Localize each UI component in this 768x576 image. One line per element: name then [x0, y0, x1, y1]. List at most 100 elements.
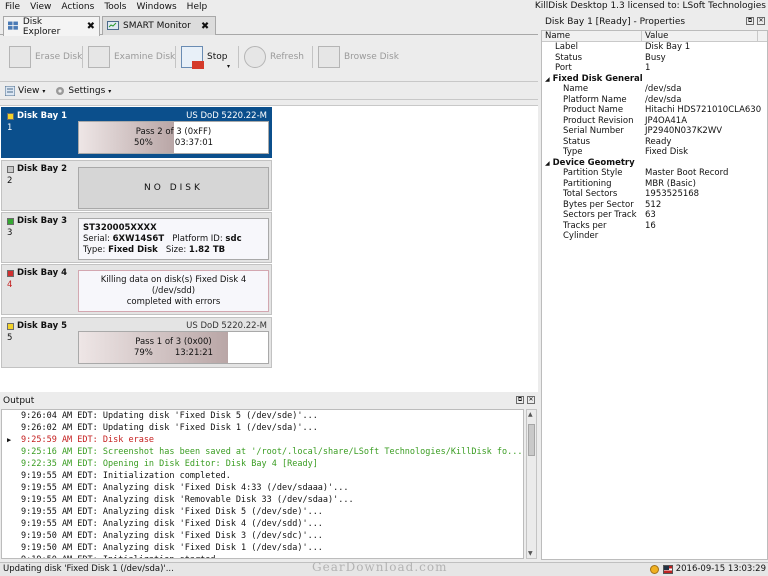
- property-row[interactable]: Partitioning MBR (Basic): [542, 179, 767, 190]
- menu-file[interactable]: File: [0, 2, 25, 12]
- collapse-icon[interactable]: ◢: [545, 76, 550, 83]
- disk-bay-number: 1: [7, 123, 13, 133]
- disk-bay-4[interactable]: Disk Bay 4 4 Killing data on disk(s) Fix…: [1, 264, 272, 315]
- log-line[interactable]: 9:19:50 AM EDT: Initialization started.: [2, 554, 523, 558]
- output-log[interactable]: 9:26:04 AM EDT: Updating disk 'Fixed Dis…: [1, 409, 524, 559]
- flag-icon[interactable]: [663, 565, 673, 574]
- menu-windows[interactable]: Windows: [131, 2, 181, 12]
- stop-label: Stop: [207, 52, 228, 62]
- progress-row: 50% 03:37:01: [134, 138, 213, 149]
- property-group-header[interactable]: ◢ Fixed Disk General: [542, 74, 767, 85]
- menu-actions[interactable]: Actions: [56, 2, 99, 12]
- tab-smart-monitor[interactable]: SMART Monitor ✖: [102, 16, 216, 35]
- refresh-button[interactable]: Refresh: [244, 41, 304, 73]
- property-name: Status: [555, 52, 583, 63]
- watermark: GearDownload.com: [312, 560, 448, 574]
- disk-bay-2[interactable]: Disk Bay 2 2 NO DISK: [1, 160, 272, 211]
- error-line-1: Killing data on disk(s) Fixed Disk 4 (/d…: [100, 274, 247, 296]
- property-value: Hitachi HDS721010CLA630: [645, 105, 762, 115]
- toolbar-separator: [82, 46, 83, 68]
- status-led-icon: [7, 112, 14, 120]
- property-row[interactable]: Status Ready: [542, 137, 767, 148]
- settings-menu-button[interactable]: Settings ▾: [55, 86, 111, 96]
- property-row[interactable]: Product Name Hitachi HDS721010CLA630: [542, 105, 767, 116]
- menu-view[interactable]: View: [25, 2, 56, 12]
- property-value: Master Boot Record: [645, 168, 729, 178]
- log-line[interactable]: 9:26:02 AM EDT: Updating disk 'Fixed Dis…: [2, 422, 523, 434]
- disk-bay-1[interactable]: Disk Bay 1 1 US DoD 5220.22-M Pass 2 of …: [1, 107, 272, 158]
- menu-help[interactable]: Help: [182, 2, 213, 12]
- log-line[interactable]: 9:26:04 AM EDT: Updating disk 'Fixed Dis…: [2, 410, 523, 422]
- property-row[interactable]: Tracks per Cylinder 16: [542, 221, 767, 242]
- examine-disk-button[interactable]: Examine Disk: [88, 41, 175, 73]
- menu-tools[interactable]: Tools: [99, 2, 131, 12]
- expand-arrow-icon[interactable]: ▶: [7, 434, 11, 446]
- output-scrollbar[interactable]: ▲ ▼: [526, 409, 537, 559]
- close-icon[interactable]: ✖: [201, 21, 209, 32]
- notification-icon[interactable]: [650, 565, 659, 574]
- properties-columns: Name Value: [542, 31, 767, 42]
- view-menu-button[interactable]: View ▾: [5, 86, 45, 96]
- progress-row: 79% 13:21:21: [134, 348, 213, 359]
- property-value: MBR (Basic): [645, 178, 696, 189]
- scroll-down-icon[interactable]: ▼: [528, 550, 533, 557]
- view-label: View: [18, 86, 40, 96]
- log-line[interactable]: 9:19:50 AM EDT: Analyzing disk 'Fixed Di…: [2, 530, 523, 542]
- progress-card: Pass 2 of 3 (0xFF) 50% 03:37:01: [78, 121, 269, 154]
- progress-percent: 79%: [133, 347, 153, 358]
- property-group-header[interactable]: ◢ Device Geometry: [542, 158, 767, 169]
- property-row[interactable]: Status Busy: [542, 53, 767, 64]
- close-icon[interactable]: ✕: [757, 17, 765, 25]
- tab-disk-explorer[interactable]: Disk Explorer ✖: [3, 16, 100, 37]
- disk-bay-3[interactable]: Disk Bay 3 3 ST320005XXXX Serial: 6XW14S…: [1, 212, 272, 263]
- erase-disk-button[interactable]: Erase Disk: [9, 41, 82, 73]
- log-line[interactable]: ▶ 9:25:59 AM EDT: Disk erase: [2, 434, 523, 446]
- log-line[interactable]: 9:19:55 AM EDT: Analyzing disk 'Fixed Di…: [2, 518, 523, 530]
- disk-bay-5[interactable]: Disk Bay 5 5 US DoD 5220.22-M Pass 1 of …: [1, 317, 272, 368]
- float-icon[interactable]: ⧉: [746, 17, 754, 25]
- log-line[interactable]: 9:19:50 AM EDT: Analyzing disk 'Fixed Di…: [2, 542, 523, 554]
- property-row[interactable]: Type Fixed Disk: [542, 147, 767, 158]
- disk-bay-name: Disk Bay 1: [17, 111, 68, 121]
- collapse-icon[interactable]: ◢: [545, 160, 550, 167]
- scroll-up-icon[interactable]: ▲: [528, 411, 533, 418]
- log-line[interactable]: 9:25:16 AM EDT: Screenshot has been save…: [2, 446, 523, 458]
- property-name: Type: [563, 147, 583, 157]
- log-line[interactable]: 9:22:35 AM EDT: Opening in Disk Editor: …: [2, 458, 523, 470]
- log-line[interactable]: 9:19:55 AM EDT: Analyzing disk 'Fixed Di…: [2, 482, 523, 494]
- property-name: Bytes per Sector: [563, 199, 634, 210]
- property-row[interactable]: Partition Style Master Boot Record: [542, 168, 767, 179]
- progress-text: Pass 2 of 3 (0xFF) 50% 03:37:01: [79, 122, 268, 153]
- property-row[interactable]: Port 1: [542, 63, 767, 74]
- close-icon[interactable]: ✖: [87, 21, 95, 32]
- type-value: Fixed Disk: [108, 245, 158, 255]
- log-line[interactable]: 9:19:55 AM EDT: Analyzing disk 'Fixed Di…: [2, 506, 523, 518]
- property-row[interactable]: Label Disk Bay 1: [542, 42, 767, 53]
- property-row[interactable]: Product Revision JP4OA41A: [542, 116, 767, 127]
- log-line[interactable]: 9:19:55 AM EDT: Initialization completed…: [2, 470, 523, 482]
- property-row[interactable]: Bytes per Sector 512: [542, 200, 767, 211]
- status-icons: [650, 565, 673, 574]
- float-icon[interactable]: ⧉: [516, 396, 524, 404]
- property-row[interactable]: Total Sectors 1953525168: [542, 189, 767, 200]
- log-line[interactable]: 9:19:55 AM EDT: Analyzing disk 'Removabl…: [2, 494, 523, 506]
- browse-disk-button[interactable]: Browse Disk: [318, 41, 399, 73]
- property-name: Partition Style: [563, 168, 623, 178]
- property-value: /dev/sda: [645, 84, 682, 94]
- size-label: Size:: [165, 245, 187, 255]
- chevron-down-icon[interactable]: ▾: [227, 63, 230, 70]
- column-name[interactable]: Name: [542, 31, 642, 41]
- stop-button[interactable]: Stop ▾: [181, 41, 230, 73]
- disk-bay-number: 4: [7, 280, 13, 290]
- disk-bay-title: Disk Bay 4: [7, 268, 67, 278]
- scrollbar-thumb[interactable]: [528, 424, 535, 456]
- close-icon[interactable]: ✕: [527, 396, 535, 404]
- column-value[interactable]: Value: [642, 31, 758, 41]
- property-row[interactable]: Platform Name/dev/sda: [542, 95, 767, 106]
- property-row[interactable]: Sectors per Track 63: [542, 210, 767, 221]
- property-row[interactable]: Serial Number JP2940N037K2WV: [542, 126, 767, 137]
- tab-disk-explorer-label: Disk Explorer: [22, 16, 61, 37]
- output-pane: Output ⧉ ✕ 9:26:04 AM EDT: Updating disk…: [0, 394, 538, 561]
- disk-bay-name: Disk Bay 3: [17, 216, 68, 226]
- property-row[interactable]: Name/dev/sda: [542, 84, 767, 95]
